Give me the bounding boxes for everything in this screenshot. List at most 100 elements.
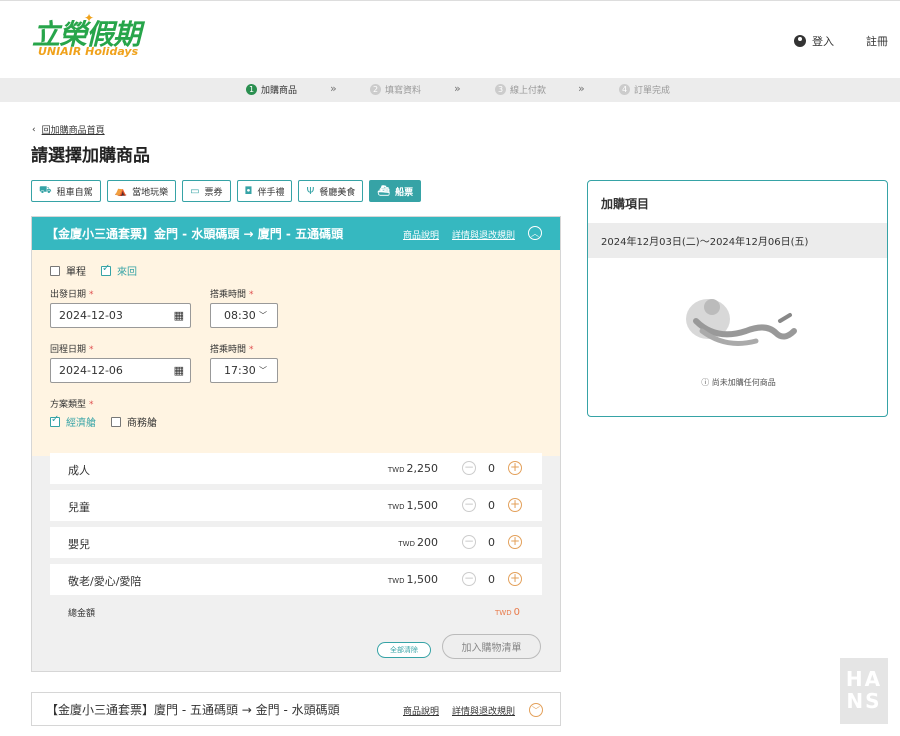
booking-form: 單程 來回 出發日期* 2024-12-03 ▦ 搭乘時間* 08:30 ﹀ 回… bbox=[32, 250, 560, 456]
add-to-cart-button[interactable]: 加入購物清單 bbox=[442, 634, 541, 659]
return-date-label: 回程日期 * bbox=[50, 345, 94, 355]
minus-circle-icon[interactable]: − bbox=[462, 461, 476, 475]
tab-tickets[interactable]: ▭ 票券 bbox=[182, 180, 231, 202]
back-link[interactable]: ‹ 回加購商品首頁 bbox=[32, 123, 105, 137]
clear-all-button[interactable]: 全部清除 bbox=[377, 642, 431, 658]
login-link[interactable]: 登入 bbox=[794, 33, 834, 49]
passenger-row-adult: 成人 TWD 2,250 − 0 + bbox=[50, 453, 542, 484]
empty-cart-message: ⓘ 尚未加購任何商品 bbox=[588, 377, 887, 388]
step-1: 1 加購商品 bbox=[246, 83, 297, 96]
passenger-type: 成人 bbox=[68, 464, 90, 477]
chevron-down-icon[interactable]: ﹀ bbox=[529, 703, 543, 717]
product-panel-return[interactable]: 【金廈小三通套票】廈門 - 五通碼頭 → 金門 - 水頭碼頭 商品說明 詳情與退… bbox=[31, 692, 561, 726]
return-date-field[interactable]: 2024-12-06 ▦ bbox=[50, 358, 191, 383]
chevron-down-icon: ﹀ bbox=[259, 311, 267, 320]
chevron-left-icon: ‹ bbox=[32, 124, 36, 135]
step-label: 訂單完成 bbox=[634, 86, 671, 96]
passenger-row-child: 兒童 TWD 1,500 − 0 + bbox=[50, 490, 542, 521]
back-label: 回加購商品首頁 bbox=[41, 126, 105, 136]
tab-label: 船票 bbox=[395, 187, 414, 198]
site-header: 立榮假期 ✦ UNIAIR Holidays 登入 註冊 bbox=[0, 0, 900, 78]
business-checkbox[interactable]: 商務艙 bbox=[111, 414, 157, 429]
double-chevron-icon: » bbox=[578, 82, 585, 95]
watermark-logo: HA NS bbox=[840, 658, 888, 724]
tab-label: 票券 bbox=[204, 187, 223, 198]
passenger-price: TWD 1,500 bbox=[387, 499, 438, 512]
minus-circle-icon[interactable]: − bbox=[462, 535, 476, 549]
passenger-type: 敬老/愛心/愛陪 bbox=[68, 575, 142, 588]
step-3: 3 線上付款 bbox=[495, 83, 546, 96]
product-title: 【金廈小三通套票】金門 - 水頭碼頭 → 廈門 - 五通碼頭 bbox=[46, 227, 344, 241]
rules-link[interactable]: 詳情與退改規則 bbox=[452, 228, 515, 241]
empty-cart-illustration bbox=[686, 299, 797, 346]
tab-label: 租車自駕 bbox=[56, 187, 93, 198]
calendar-icon: ▦ bbox=[173, 309, 184, 322]
chevron-up-icon[interactable]: ︿ bbox=[528, 226, 542, 240]
tab-dining[interactable]: Ψ 餐廳美食 bbox=[298, 180, 364, 202]
tab-souvenirs[interactable]: ◘ 伴手禮 bbox=[236, 180, 293, 202]
quantity-value: 0 bbox=[488, 573, 495, 586]
plus-circle-icon[interactable]: + bbox=[508, 572, 522, 586]
checkbox-box bbox=[111, 416, 121, 427]
step-4: 4 訂單完成 bbox=[619, 83, 670, 96]
ship-icon: ⛴ bbox=[377, 185, 391, 197]
step-2: 2 填寫資料 bbox=[370, 83, 421, 96]
ticket-icon: ▭ bbox=[190, 185, 200, 197]
depart-date-field[interactable]: 2024-12-03 ▦ bbox=[50, 303, 191, 328]
passenger-price: TWD 2,250 bbox=[387, 462, 438, 475]
depart-time-select[interactable]: 08:30 ﹀ bbox=[210, 303, 278, 328]
total-label: 總金額 bbox=[68, 609, 96, 619]
quantity-value: 0 bbox=[488, 462, 495, 475]
passenger-row-senior: 敬老/愛心/愛陪 TWD 1,500 − 0 + bbox=[50, 564, 542, 595]
cutlery-icon: Ψ bbox=[306, 185, 315, 197]
step-number: 1 bbox=[246, 84, 257, 95]
passenger-price: TWD 1,500 bbox=[387, 573, 438, 586]
rules-link[interactable]: 詳情與退改規則 bbox=[452, 704, 515, 717]
register-link[interactable]: 註冊 bbox=[866, 33, 888, 49]
calendar-icon: ▦ bbox=[173, 364, 184, 377]
minus-circle-icon[interactable]: − bbox=[462, 498, 476, 512]
uniair-logo[interactable]: 立榮假期 ✦ UNIAIR Holidays bbox=[32, 11, 142, 63]
checkbox-label: 經濟艙 bbox=[66, 418, 96, 429]
product-description-link[interactable]: 商品說明 bbox=[403, 704, 439, 717]
category-tabs: ⛟ 租車自駕 ⛺ 當地玩樂 ▭ 票券 ◘ 伴手禮 Ψ 餐廳美食 ⛴ 船票 bbox=[31, 180, 422, 202]
plus-circle-icon[interactable]: + bbox=[508, 461, 522, 475]
step-number: 2 bbox=[370, 84, 381, 95]
product-header[interactable]: 【金廈小三通套票】金門 - 水頭碼頭 → 廈門 - 五通碼頭 商品說明 詳情與退… bbox=[32, 217, 560, 250]
quantity-value: 0 bbox=[488, 499, 495, 512]
passenger-type: 兒童 bbox=[68, 501, 90, 514]
return-time-label: 搭乘時間 * bbox=[210, 345, 254, 355]
round-trip-checkbox[interactable]: 來回 bbox=[101, 263, 137, 278]
one-way-checkbox[interactable]: 單程 bbox=[50, 263, 86, 278]
checkbox-box bbox=[50, 265, 60, 276]
cart-summary: 加購項目 2024年12月03日(二)～2024年12月06日(五) ⓘ 尚未加… bbox=[587, 180, 888, 417]
empty-cart-text: 尚未加購任何商品 bbox=[711, 378, 776, 387]
tab-car-rental[interactable]: ⛟ 租車自駕 bbox=[31, 180, 101, 202]
step-label: 填寫資料 bbox=[385, 86, 422, 96]
tab-label: 當地玩樂 bbox=[132, 187, 169, 198]
page-title: 請選擇加購商品 bbox=[31, 146, 150, 166]
tab-label: 伴手禮 bbox=[257, 187, 285, 198]
passenger-row-infant: 嬰兒 TWD 200 − 0 + bbox=[50, 527, 542, 558]
return-time-select[interactable]: 17:30 ﹀ bbox=[210, 358, 278, 383]
plus-circle-icon[interactable]: + bbox=[508, 498, 522, 512]
logo-text-en: UNIAIR Holidays bbox=[38, 45, 139, 58]
login-label: 登入 bbox=[812, 35, 834, 48]
tab-local-fun[interactable]: ⛺ 當地玩樂 bbox=[106, 180, 177, 202]
car-icon: ⛟ bbox=[39, 184, 52, 196]
date-range: 2024年12月03日(二)～2024年12月06日(五) bbox=[588, 223, 887, 258]
economy-checkbox[interactable]: 經濟艙 bbox=[50, 414, 96, 429]
minus-circle-icon[interactable]: − bbox=[462, 572, 476, 586]
checkbox-box bbox=[50, 414, 60, 427]
tab-ferry-tickets[interactable]: ⛴ 船票 bbox=[369, 180, 422, 202]
step-number: 3 bbox=[495, 84, 506, 95]
total-amount: TWD 0 bbox=[495, 607, 520, 618]
chevron-down-icon: ﹀ bbox=[259, 366, 267, 375]
plus-circle-icon[interactable]: + bbox=[508, 535, 522, 549]
product-title: 【金廈小三通套票】廈門 - 五通碼頭 → 金門 - 水頭碼頭 bbox=[46, 702, 340, 717]
step-label: 加購商品 bbox=[261, 86, 298, 96]
quantity-value: 0 bbox=[488, 536, 495, 549]
user-icon bbox=[794, 35, 806, 47]
product-description-link[interactable]: 商品說明 bbox=[403, 228, 439, 241]
depart-time-value: 08:30 bbox=[224, 309, 256, 322]
